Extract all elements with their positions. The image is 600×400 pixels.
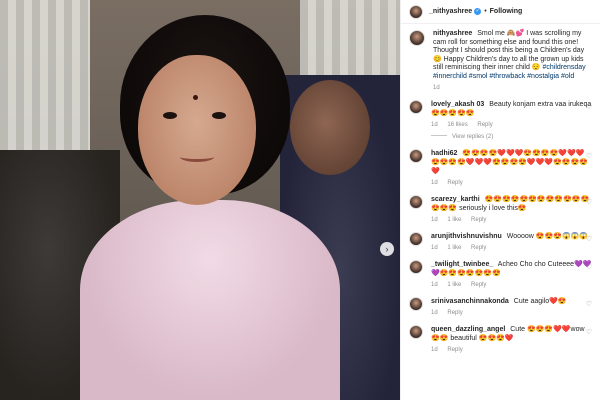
photo-child-bindi [193,95,198,100]
post-side-panel: _nithyashree ✓ • Following nithyashree S… [400,0,600,400]
commenter-avatar[interactable] [409,259,423,274]
caption-username[interactable]: nithyashree [433,30,472,37]
author-avatar[interactable] [409,4,423,19]
commenter-avatar[interactable] [409,324,423,339]
comment-username[interactable]: queen_dazzling_angel [431,326,505,333]
like-comment-heart-icon[interactable]: ♡ [586,198,592,206]
commenter-avatar[interactable] [409,148,423,163]
caption-avatar[interactable] [409,30,425,46]
comment-time: 1d [431,179,438,186]
caption: nithyashree Smol me 🙈💕 I was scrolling m… [409,30,592,93]
comment-likes[interactable]: 1 like [447,282,461,288]
commenter-avatar[interactable] [409,99,423,114]
comment-meta: 1d Reply [431,309,592,318]
comment-body: lovely_akash 03 Beauty konjam extra vaa … [431,100,592,142]
comment-username[interactable]: hadhi62 [431,150,457,157]
comment-username[interactable]: scarezy_karthi [431,196,480,203]
replies-divider [431,135,447,137]
header-separator: • [484,8,487,15]
comment-reply-button[interactable]: Reply [471,282,486,288]
comment-text: Woooow 😍😍😍😱😱😱 [506,232,589,240]
comment-reply-button[interactable]: Reply [447,180,462,186]
comment-item: queen_dazzling_angel Cute 😍😍😍❤️❤️wow😍😍 b… [409,324,592,355]
view-replies-button[interactable]: View replies (2) [431,133,592,142]
author-username[interactable]: _nithyashree [429,8,472,15]
like-comment-heart-icon[interactable]: ♡ [586,235,592,243]
photo-child-face [138,55,256,205]
comment-time: 1d [431,346,438,353]
comment-reply-button[interactable]: Reply [471,245,486,251]
comment-username[interactable]: arunjithvishnuvishnu [431,233,502,240]
comment-time: 1d [431,244,438,251]
comment-meta: 1d 16 likes Reply [431,121,592,130]
comments-list[interactable]: nithyashree Smol me 🙈💕 I was scrolling m… [401,24,600,355]
comment-reply-button[interactable]: Reply [477,122,492,128]
comment-likes[interactable]: 16 likes [447,122,467,128]
comment-username[interactable]: _twilight_twinbee_ [431,261,493,268]
post-media[interactable]: › [0,0,400,400]
comment-time: 1d [431,309,438,316]
comment-meta: 1d 1 like Reply [431,281,592,290]
next-image-button[interactable]: › [380,242,394,256]
comment-reply-button[interactable]: Reply [471,217,486,223]
comment-username[interactable]: srinivasanchinnakonda [431,298,509,305]
comment-meta: 1d Reply [431,179,592,188]
comment-body: srinivasanchinnakonda Cute aagilo❤️😍 1d … [431,297,592,318]
following-button[interactable]: Following [490,8,523,15]
photo-curtain-left [0,0,90,170]
caption-meta: 1d [433,84,592,93]
photo-child-dress [80,200,340,400]
caption-body: nithyashree Smol me 🙈💕 I was scrolling m… [433,30,592,93]
comment-item: hadhi62 😍😍😍😍❤️❤️❤️😍😍😍😍❤️❤️❤️😍😍😍😍❤️❤️❤️😍😍… [409,148,592,188]
comment-body: scarezy_karthi 😍😍😍😍😍😍😍😍😍😍😍😍😍😍😍 seriously… [431,195,592,225]
comment-body: hadhi62 😍😍😍😍❤️❤️❤️😍😍😍😍❤️❤️❤️😍😍😍😍❤️❤️❤️😍😍… [431,149,592,188]
comment-username[interactable]: lovely_akash 03 [431,101,484,108]
photo-child-eye-left [163,112,177,119]
comment-time: 1d [431,121,438,128]
comment-reply-button[interactable]: Reply [447,347,462,353]
chevron-right-icon: › [385,244,389,254]
photo-person-face [290,80,370,175]
comment-likes[interactable]: 1 like [447,245,461,251]
view-replies-label: View replies (2) [452,133,494,140]
comment-meta: 1d 1 like Reply [431,216,592,225]
caption-time: 1d [433,85,440,91]
comment-body: arunjithvishnuvishnu Woooow 😍😍😍😱😱😱 1d 1 … [431,232,592,253]
comment-body: _twilight_twinbee_ Acheo Cho cho Cuteeee… [431,260,592,290]
comment-body: queen_dazzling_angel Cute 😍😍😍❤️❤️wow😍😍 b… [431,325,592,355]
commenter-avatar[interactable] [409,231,423,246]
comment-item: scarezy_karthi 😍😍😍😍😍😍😍😍😍😍😍😍😍😍😍 seriously… [409,194,592,225]
comment-time: 1d [431,216,438,223]
comment-item: lovely_akash 03 Beauty konjam extra vaa … [409,99,592,142]
photo-child-eye-right [212,112,226,119]
comment-item: arunjithvishnuvishnu Woooow 😍😍😍😱😱😱 1d 1 … [409,231,592,253]
comment-meta: 1d Reply [431,346,592,355]
commenter-avatar[interactable] [409,194,423,209]
photo-child-smile [180,152,214,162]
post-header: _nithyashree ✓ • Following [401,0,600,24]
comment-time: 1d [431,281,438,288]
like-comment-heart-icon[interactable]: ♡ [586,103,592,111]
comment-item: srinivasanchinnakonda Cute aagilo❤️😍 1d … [409,296,592,318]
comment-likes[interactable]: 1 like [447,217,461,223]
like-comment-heart-icon[interactable]: ♡ [586,263,592,271]
comment-text: Cute aagilo❤️😍 [513,297,567,305]
comment-item: _twilight_twinbee_ Acheo Cho cho Cuteeee… [409,259,592,290]
comment-reply-button[interactable]: Reply [447,310,462,316]
like-comment-heart-icon[interactable]: ♡ [586,152,592,160]
verified-icon: ✓ [474,8,482,15]
like-comment-heart-icon[interactable]: ♡ [586,328,592,336]
comment-meta: 1d 1 like Reply [431,244,592,253]
like-comment-heart-icon[interactable]: ♡ [586,300,592,308]
commenter-avatar[interactable] [409,296,423,311]
